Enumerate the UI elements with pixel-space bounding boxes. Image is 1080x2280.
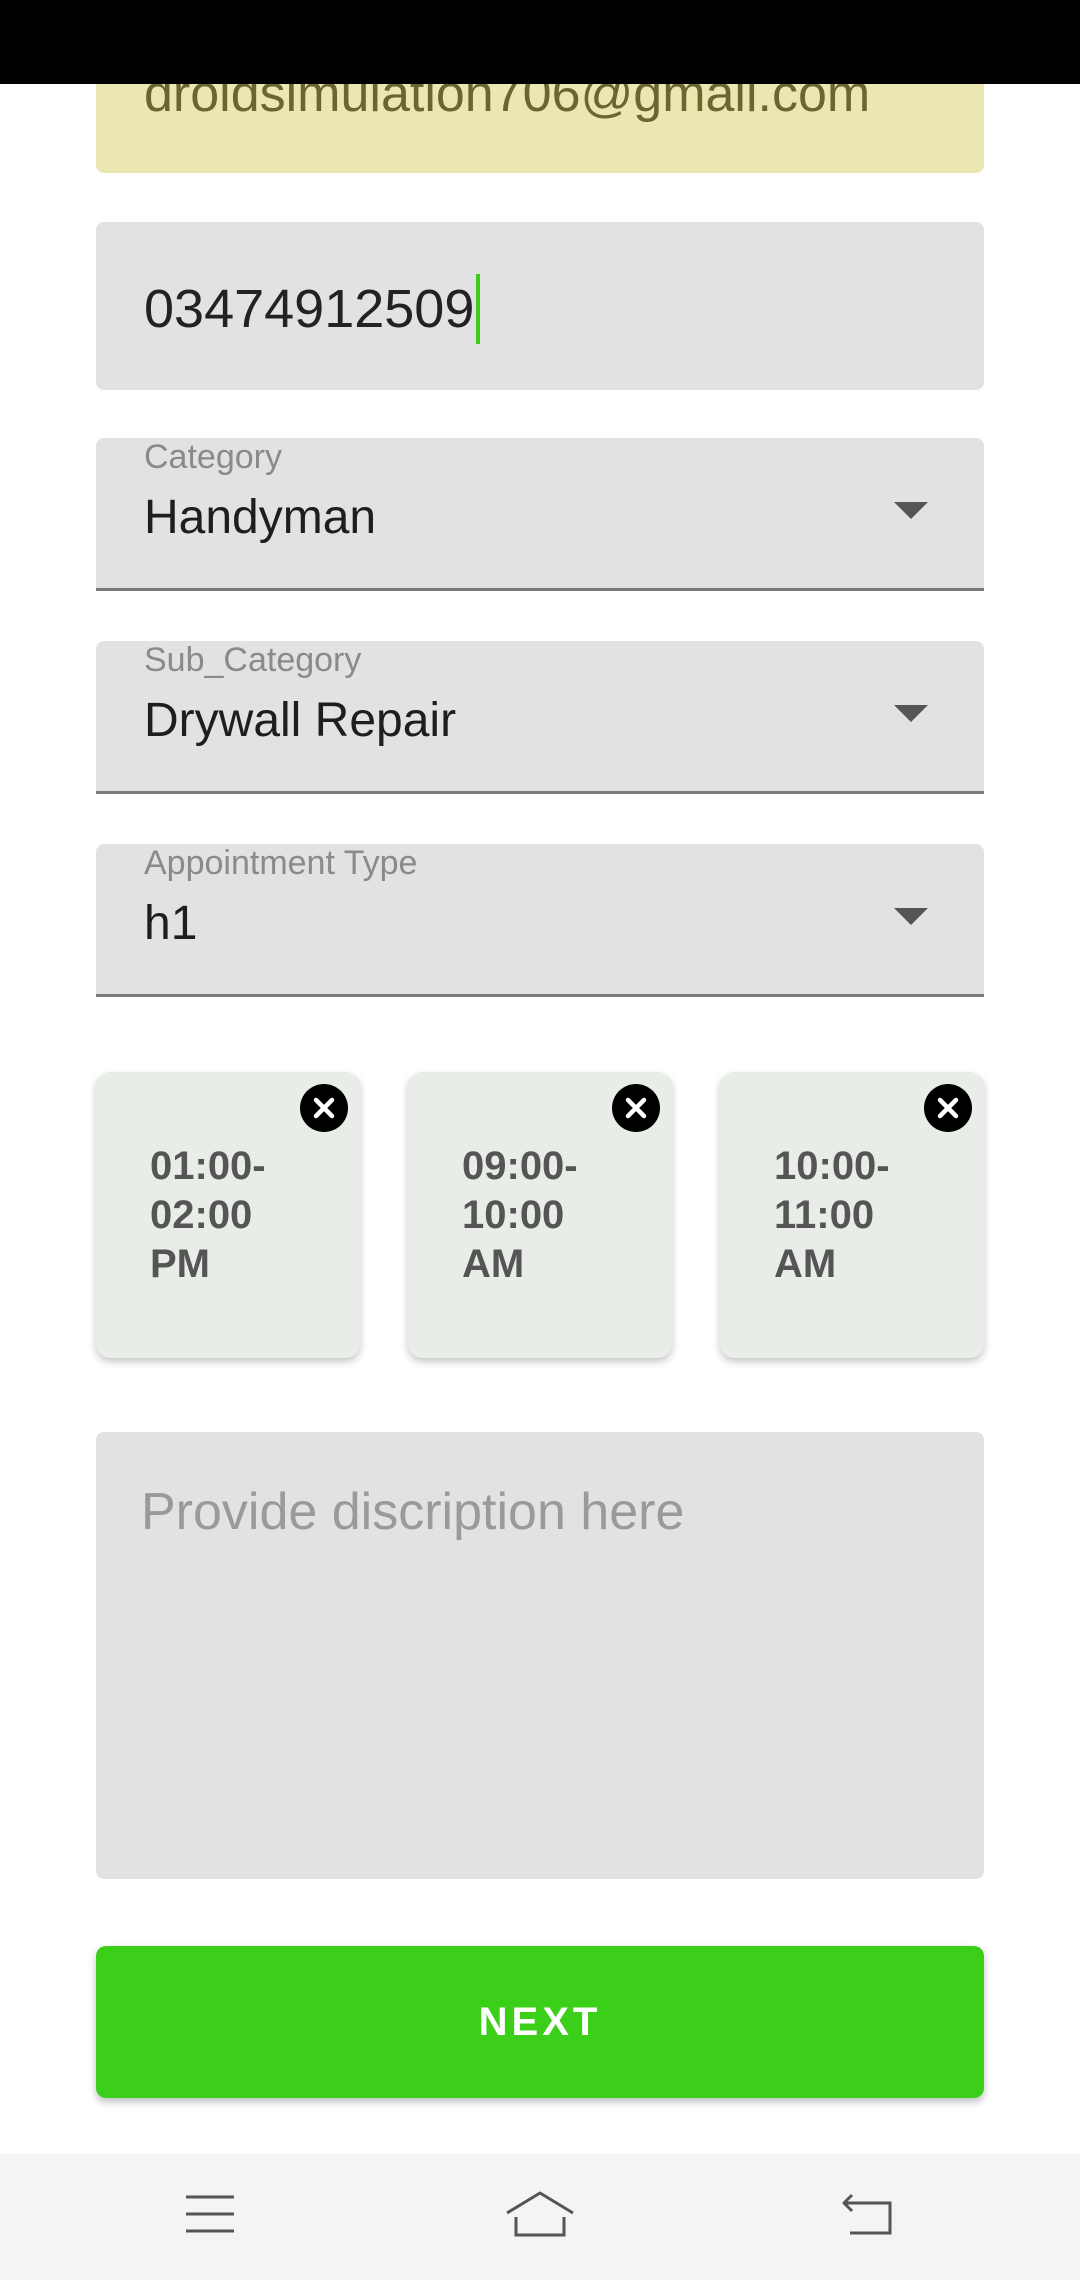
dropdown-arrow-icon [894, 502, 928, 519]
description-textarea[interactable]: Provide discription here [96, 1432, 984, 1879]
sub-category-value: Drywall Repair [144, 694, 457, 747]
appointment-type-value: h1 [144, 897, 198, 950]
text-cursor [476, 274, 481, 344]
phone-value: 03474912509 [144, 279, 475, 339]
time-slot-text: 01:00-02:00 PM [150, 1144, 266, 1286]
time-slot-text: 09:00-10:00 AM [462, 1144, 578, 1286]
status-bar [0, 0, 1080, 84]
time-slot-chip[interactable]: 10:00-11:00 AM [720, 1072, 984, 1358]
close-icon[interactable] [300, 1084, 348, 1132]
close-icon[interactable] [612, 1084, 660, 1132]
description-placeholder: Provide discription here [141, 1483, 685, 1541]
dropdown-arrow-icon [894, 705, 928, 722]
appointment-type-label: Appointment Type [144, 844, 418, 882]
close-icon[interactable] [924, 1084, 972, 1132]
category-dropdown[interactable]: Category Handyman [96, 438, 984, 591]
next-button[interactable]: NEXT [96, 1946, 984, 2098]
appointment-type-dropdown[interactable]: Appointment Type h1 [96, 844, 984, 997]
home-icon[interactable] [500, 2184, 580, 2244]
category-value: Handyman [144, 491, 377, 544]
time-slot-chip[interactable]: 01:00-02:00 PM [96, 1072, 360, 1358]
sub-category-label: Sub_Category [144, 641, 362, 679]
back-icon[interactable] [828, 2184, 908, 2244]
sub-category-dropdown[interactable]: Sub_Category Drywall Repair [96, 641, 984, 794]
phone-field[interactable]: 03474912509 [96, 222, 984, 390]
dropdown-arrow-icon [894, 908, 928, 925]
time-slot-chip[interactable]: 09:00-10:00 AM [408, 1072, 672, 1358]
phone-value-wrap: 03474912509 [144, 274, 481, 344]
time-slot-text: 10:00-11:00 AM [774, 1144, 890, 1286]
menu-icon[interactable] [170, 2184, 250, 2244]
category-label: Category [144, 438, 282, 476]
system-navigation-bar [0, 2154, 1080, 2280]
